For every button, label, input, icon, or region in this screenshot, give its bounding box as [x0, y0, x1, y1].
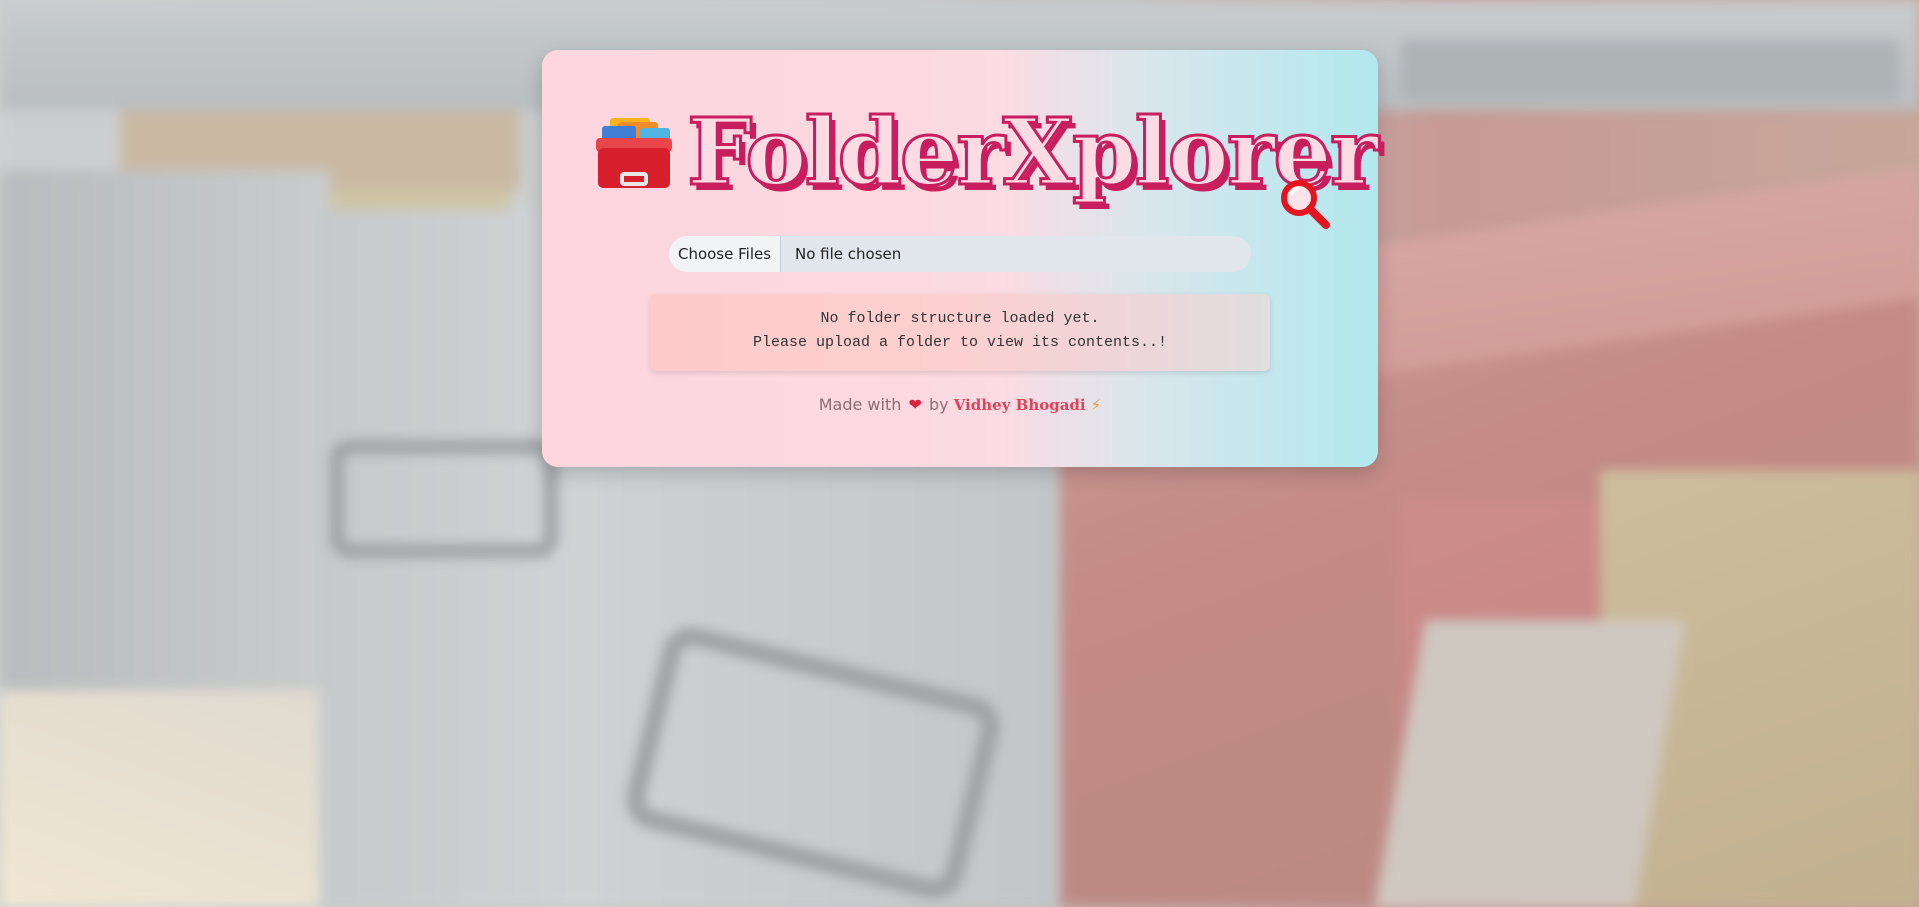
folder-status-box: No folder structure loaded yet. Please u… [650, 294, 1270, 371]
file-status-text: No file chosen [795, 245, 902, 263]
author-name: Vidhey Bhogadi [953, 396, 1086, 414]
status-message-line2: Please upload a folder to view its conte… [752, 334, 1168, 351]
red-heart-icon: ❤ [908, 395, 922, 414]
footer: Made with ❤ by Vidhey Bhogadi ⚡ [542, 395, 1378, 414]
footer-by: by [928, 395, 949, 414]
card-file-box-icon [596, 118, 672, 188]
lightning-icon: ⚡ [1090, 396, 1102, 414]
footer-made-with: Made with [818, 395, 902, 414]
app-title: FolderXplorer [685, 97, 1379, 208]
status-message-line1: No folder structure loaded yet. [820, 310, 1100, 327]
logo-header: FolderXplorer [542, 92, 1380, 229]
main-card: FolderXplorer Choose Files No file chose… [542, 50, 1380, 467]
choose-files-button[interactable]: Choose Files [669, 236, 781, 272]
magnifying-glass-icon [1281, 180, 1330, 229]
folder-upload-input[interactable]: Choose Files No file chosen [669, 236, 1251, 272]
